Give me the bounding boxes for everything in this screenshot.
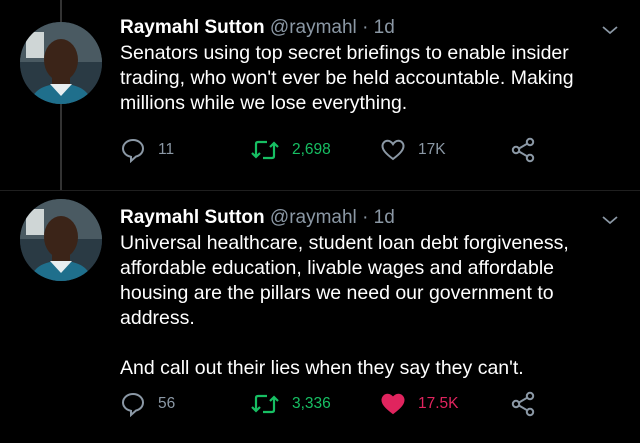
retweet-button[interactable]: 2,698 [250,135,331,165]
author-name[interactable]: Raymahl Sutton [120,207,265,228]
tweet-header: Raymahl Sutton @raymahl · 1d [120,17,395,39]
chevron-down-icon[interactable] [600,210,620,230]
tweet-divider [0,190,640,191]
tweet-text: Universal healthcare, student loan debt … [120,232,569,379]
author-handle[interactable]: @raymahl [270,17,357,38]
separator-dot: · [362,17,369,38]
heart-icon [380,137,406,163]
retweet-icon [250,137,280,163]
tweet-actions: 11 2,698 17K [120,135,570,165]
reply-count: 11 [158,141,175,158]
retweet-button[interactable]: 3,336 [250,389,331,419]
tweet-2[interactable]: Raymahl Sutton @raymahl · 1d Universal h… [0,190,640,443]
avatar[interactable] [20,199,102,281]
like-count: 17.5K [418,395,459,412]
like-count: 17K [418,141,446,158]
like-button[interactable]: 17.5K [380,389,459,419]
timestamp[interactable]: 1d [374,17,395,38]
share-icon [510,137,536,163]
author-name[interactable]: Raymahl Sutton [120,17,265,38]
avatar[interactable] [20,22,102,104]
reply-icon [120,391,146,417]
retweet-icon [250,391,280,417]
tweet-actions: 56 3,336 17.5K [120,389,570,419]
timestamp[interactable]: 1d [374,207,395,228]
share-icon [510,391,536,417]
share-button[interactable] [510,389,536,419]
like-button[interactable]: 17K [380,135,446,165]
reply-button[interactable]: 11 [120,135,174,165]
separator-dot: · [362,207,369,228]
tweet-1[interactable]: Raymahl Sutton @raymahl · 1d Senators us… [0,0,640,190]
author-handle[interactable]: @raymahl [270,207,357,228]
retweet-count: 2,698 [292,141,331,158]
reply-button[interactable]: 56 [120,389,175,419]
retweet-count: 3,336 [292,395,331,412]
tweet-header: Raymahl Sutton @raymahl · 1d [120,207,395,229]
heart-icon [380,391,406,417]
reply-count: 56 [158,395,176,412]
share-button[interactable] [510,135,536,165]
chevron-down-icon[interactable] [600,20,620,40]
tweet-text: Senators using top secret briefings to e… [120,42,574,114]
reply-icon [120,137,146,163]
